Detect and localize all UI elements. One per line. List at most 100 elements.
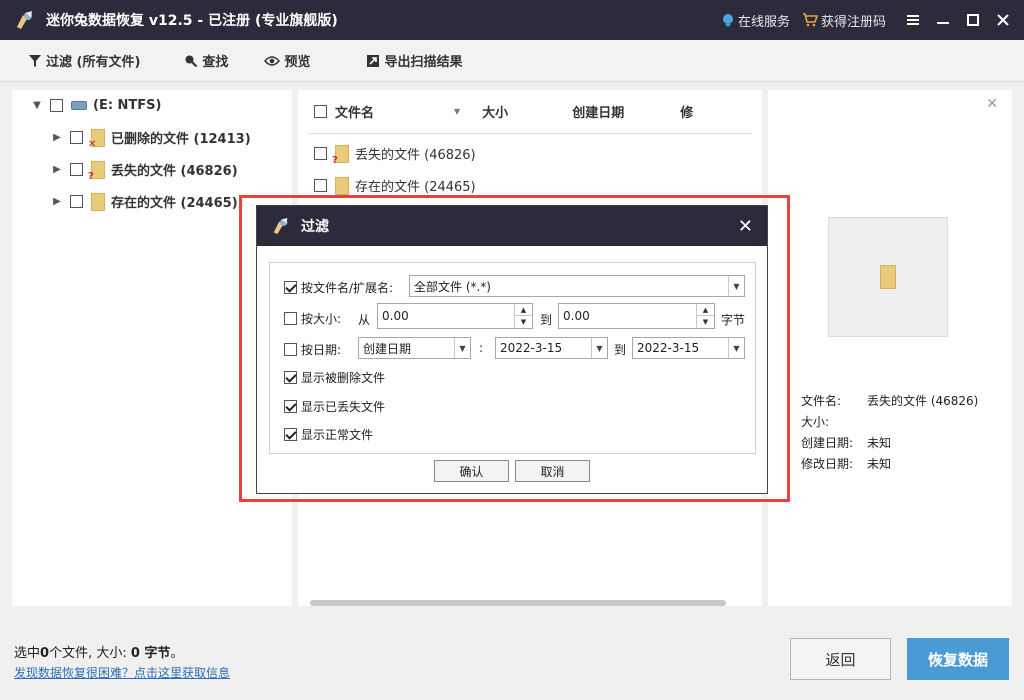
show-normal-option[interactable]: 显示正常文件 bbox=[284, 426, 373, 443]
by-name-checkbox[interactable] bbox=[284, 281, 297, 294]
size-to-input[interactable]: 0.00 ▲ ▼ bbox=[558, 303, 715, 329]
show-normal-label: 显示正常文件 bbox=[301, 428, 374, 442]
list-item[interactable]: 存在的文件 (24465) bbox=[314, 176, 476, 195]
collapse-arrow-icon[interactable]: ▼ bbox=[30, 100, 44, 111]
tree-item-deleted[interactable]: ▶ ✕ 已删除的文件 (12413) bbox=[50, 128, 251, 150]
tree-item-existing[interactable]: ▶ 存在的文件 (24465) bbox=[50, 192, 238, 211]
list-header: 文件名 ▼ 大小 创建日期 修 bbox=[308, 90, 752, 134]
folder-icon bbox=[880, 265, 896, 289]
search-icon bbox=[185, 55, 198, 67]
find-label: 查找 bbox=[202, 55, 229, 70]
tree-root-label: (E: NTFS) bbox=[93, 98, 162, 113]
tree-item-checkbox[interactable] bbox=[70, 131, 83, 144]
size-to-label: 到 bbox=[540, 313, 553, 327]
preview-thumbnail bbox=[828, 217, 948, 337]
tree-item-label: 已删除的文件 (12413) bbox=[111, 132, 251, 147]
date-colon: : bbox=[479, 341, 484, 355]
horizontal-scrollbar[interactable] bbox=[310, 600, 726, 606]
by-name-option[interactable]: 按文件名/扩展名: bbox=[284, 279, 393, 296]
spin-up-icon[interactable]: ▲ bbox=[697, 304, 714, 316]
size-from-input[interactable]: 0.00 ▲ ▼ bbox=[377, 303, 533, 329]
by-size-checkbox[interactable] bbox=[284, 312, 297, 325]
close-button[interactable] bbox=[988, 0, 1018, 40]
find-button[interactable]: 查找 bbox=[184, 51, 228, 70]
chevron-down-icon[interactable]: ▼ bbox=[728, 338, 744, 358]
list-item-checkbox[interactable] bbox=[314, 179, 327, 192]
dialog-close-icon[interactable]: ✕ bbox=[738, 216, 753, 237]
tree-item-label: 丢失的文件 (46826) bbox=[111, 164, 238, 179]
list-item-checkbox[interactable] bbox=[314, 147, 327, 160]
size-unit-label: 字节 bbox=[721, 313, 746, 327]
by-date-checkbox[interactable] bbox=[284, 343, 297, 356]
cart-icon bbox=[802, 13, 818, 27]
back-button[interactable]: 返回 bbox=[790, 638, 891, 680]
selection-status: 选中0个文件, 大小: 0 字节。 bbox=[14, 646, 184, 661]
show-lost-option[interactable]: 显示已丢失文件 bbox=[284, 398, 385, 415]
spin-down-icon[interactable]: ▼ bbox=[697, 316, 714, 328]
menu-icon bbox=[907, 15, 919, 25]
sort-arrow-icon[interactable]: ▼ bbox=[454, 107, 460, 116]
tree-item-checkbox[interactable] bbox=[70, 163, 83, 176]
tree-item-lost[interactable]: ▶ ? 丢失的文件 (46826) bbox=[50, 160, 238, 182]
col-modified[interactable]: 修 bbox=[680, 102, 693, 121]
export-label: 导出扫描结果 bbox=[384, 55, 463, 70]
list-item-label: 存在的文件 (24465) bbox=[355, 180, 476, 195]
chevron-down-icon[interactable]: ▼ bbox=[591, 338, 607, 358]
filter-button[interactable]: 过滤 (所有文件) bbox=[28, 51, 140, 70]
get-code-link[interactable]: 获得注册码 bbox=[802, 11, 886, 30]
tree-item-label: 存在的文件 (24465) bbox=[111, 196, 238, 211]
date-type-select[interactable]: 创建日期 ▼ bbox=[358, 337, 471, 359]
show-deleted-checkbox[interactable] bbox=[284, 371, 297, 384]
by-date-option[interactable]: 按日期: bbox=[284, 341, 341, 358]
chat-icon bbox=[722, 14, 733, 27]
preview-close-icon[interactable]: ✕ bbox=[986, 96, 998, 112]
export-icon bbox=[367, 54, 380, 67]
date-from-picker[interactable]: 2022-3-15 ▼ bbox=[495, 337, 608, 359]
title-bar: 迷你兔数据恢复 v12.5 - 已注册 (专业旗舰版) 在线服务 获得注册码 bbox=[0, 0, 1024, 40]
online-service-link[interactable]: 在线服务 bbox=[721, 11, 790, 30]
col-size[interactable]: 大小 bbox=[482, 102, 508, 121]
spin-down-icon[interactable]: ▼ bbox=[515, 316, 532, 328]
export-button[interactable]: 导出扫描结果 bbox=[366, 51, 462, 70]
show-normal-checkbox[interactable] bbox=[284, 428, 297, 441]
filter-options: 按文件名/扩展名: 全部文件 (*.*) ▼ 按大小: 从 0.00 ▲ ▼ 到 … bbox=[269, 262, 756, 454]
show-deleted-label: 显示被删除文件 bbox=[301, 371, 386, 385]
dialog-title: 过滤 bbox=[301, 219, 329, 235]
confirm-button[interactable]: 确认 bbox=[434, 460, 509, 482]
cancel-button[interactable]: 取消 bbox=[515, 460, 590, 482]
spin-up-icon[interactable]: ▲ bbox=[515, 304, 532, 316]
online-service-label: 在线服务 bbox=[737, 14, 790, 30]
by-size-option[interactable]: 按大小: bbox=[284, 310, 341, 327]
expand-arrow-icon[interactable]: ▶ bbox=[50, 164, 64, 175]
app-logo-icon bbox=[273, 217, 288, 235]
lost-folder-icon: ? bbox=[88, 160, 105, 182]
expand-arrow-icon[interactable]: ▶ bbox=[50, 132, 64, 143]
col-created[interactable]: 创建日期 bbox=[572, 102, 624, 121]
menu-button[interactable] bbox=[898, 0, 928, 40]
list-item[interactable]: ? 丢失的文件 (46826) bbox=[314, 144, 476, 166]
expand-arrow-icon[interactable]: ▶ bbox=[50, 196, 64, 207]
maximize-button[interactable] bbox=[958, 0, 988, 40]
preview-button[interactable]: 预览 bbox=[264, 51, 310, 70]
app-logo-icon bbox=[14, 9, 36, 31]
col-name[interactable]: 文件名 bbox=[335, 102, 374, 121]
show-deleted-option[interactable]: 显示被删除文件 bbox=[284, 369, 385, 386]
show-lost-label: 显示已丢失文件 bbox=[301, 400, 386, 414]
recover-button[interactable]: 恢复数据 bbox=[907, 638, 1009, 680]
folder-icon bbox=[335, 176, 349, 195]
select-all-checkbox[interactable] bbox=[314, 105, 327, 118]
help-link[interactable]: 发现数据恢复很困难？点击这里获取信息 bbox=[14, 664, 230, 681]
chevron-down-icon[interactable]: ▼ bbox=[454, 338, 470, 358]
lost-folder-icon: ? bbox=[332, 144, 349, 166]
maximize-icon bbox=[967, 14, 979, 26]
file-type-select[interactable]: 全部文件 (*.*) ▼ bbox=[409, 275, 745, 297]
tree-item-checkbox[interactable] bbox=[70, 195, 83, 208]
minimize-button[interactable] bbox=[928, 0, 958, 40]
folder-icon bbox=[91, 192, 105, 211]
tree-root[interactable]: ▼ (E: NTFS) bbox=[30, 98, 161, 113]
date-to-picker[interactable]: 2022-3-15 ▼ bbox=[632, 337, 745, 359]
chevron-down-icon[interactable]: ▼ bbox=[728, 276, 744, 296]
root-checkbox[interactable] bbox=[50, 99, 63, 112]
show-lost-checkbox[interactable] bbox=[284, 400, 297, 413]
date-to-label: 到 bbox=[614, 343, 627, 357]
